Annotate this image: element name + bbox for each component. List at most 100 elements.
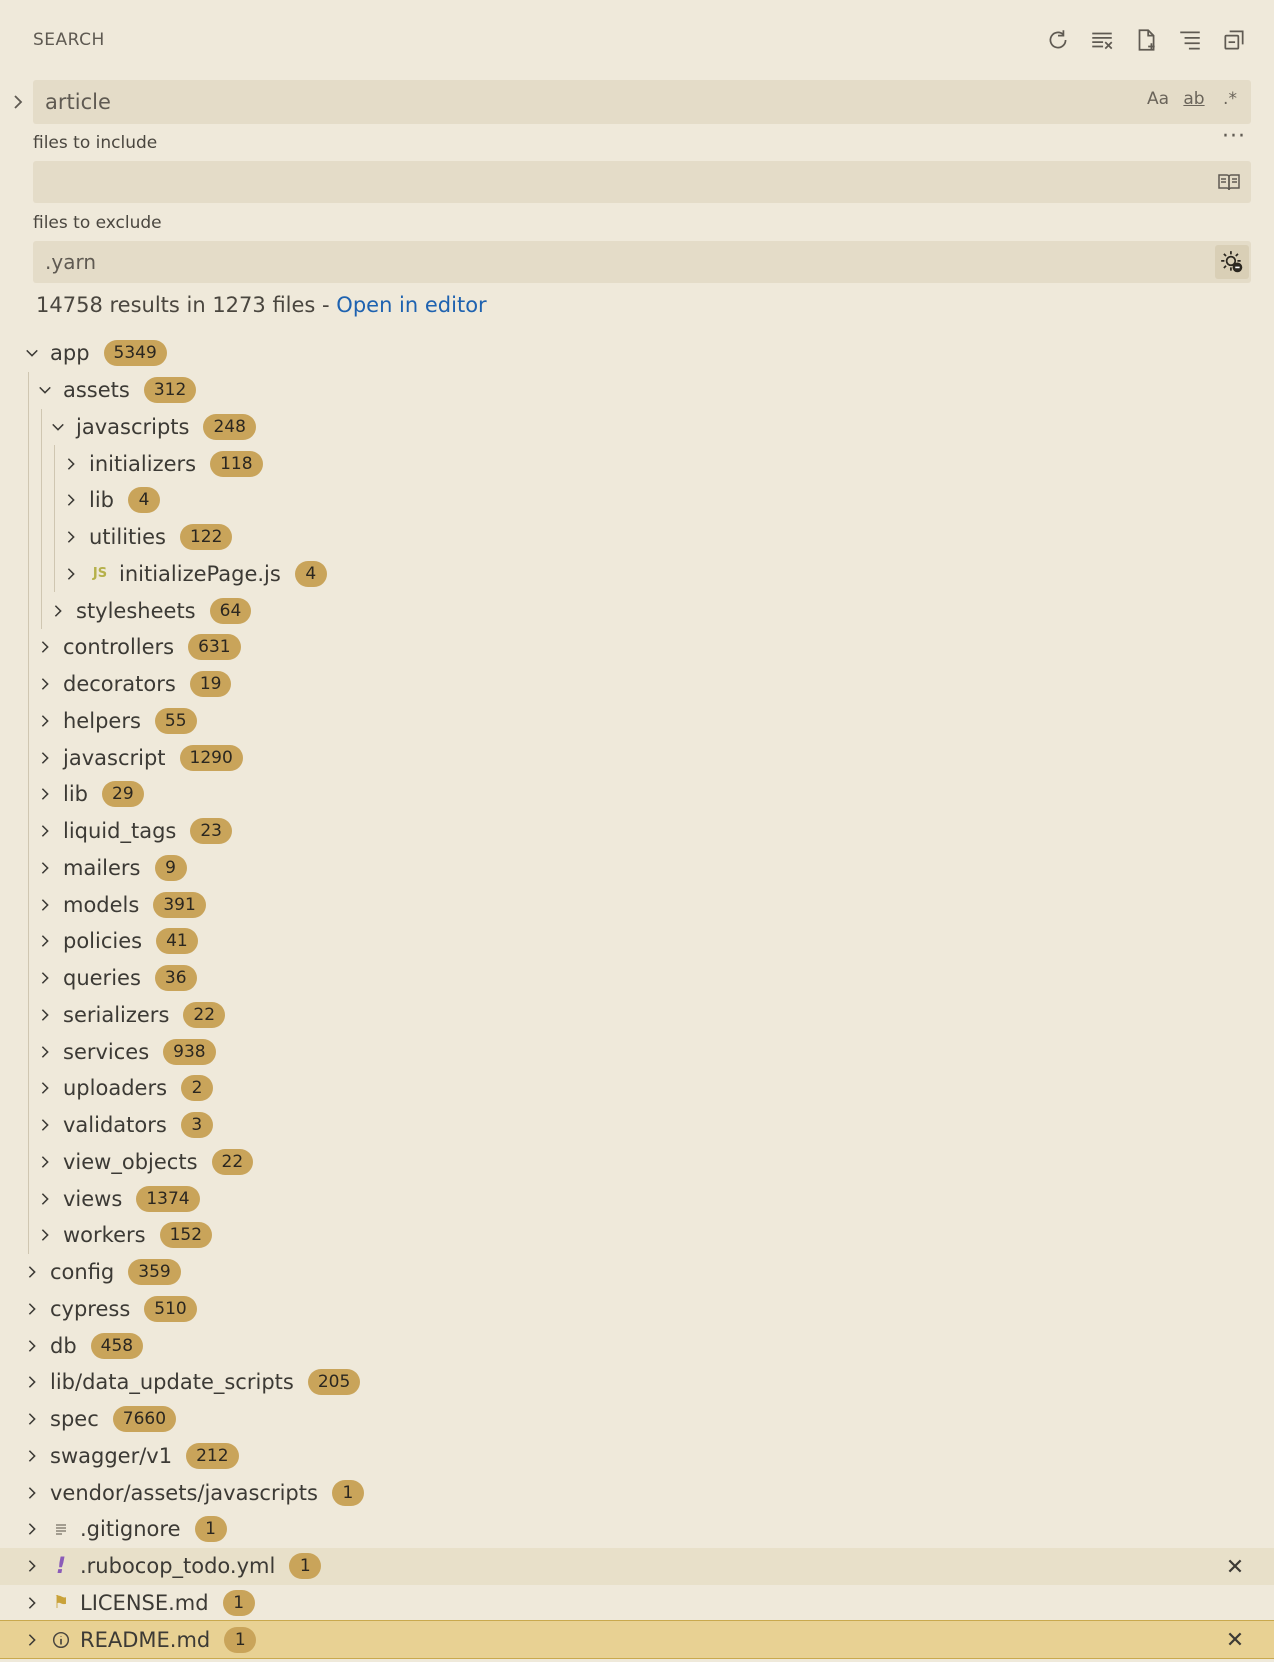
chevron-right-icon[interactable] bbox=[22, 1446, 42, 1466]
tree-row[interactable]: initializers 118 bbox=[0, 445, 1274, 482]
use-regex-icon[interactable]: .* bbox=[1217, 89, 1243, 109]
tree-item-label: javascript bbox=[63, 745, 166, 770]
search-query[interactable]: article bbox=[45, 90, 111, 114]
chevron-down-icon[interactable] bbox=[35, 380, 55, 400]
tree-row[interactable]: README.md 1 bbox=[0, 1620, 1274, 1659]
chevron-right-icon[interactable] bbox=[22, 1372, 42, 1392]
tree-row[interactable]: config 359 bbox=[0, 1254, 1274, 1291]
tree-row[interactable]: .gitignore 1 bbox=[0, 1511, 1274, 1548]
tree-row[interactable]: view_objects 22 bbox=[0, 1143, 1274, 1181]
chevron-right-icon[interactable] bbox=[35, 674, 55, 694]
toggle-search-details-icon[interactable]: ··· bbox=[1222, 124, 1246, 149]
chevron-right-icon[interactable] bbox=[35, 858, 55, 878]
chevron-right-icon[interactable] bbox=[35, 931, 55, 951]
tree-row-content: helpers 55 bbox=[35, 707, 197, 734]
dismiss-result-icon[interactable] bbox=[1226, 1556, 1246, 1576]
chevron-right-icon[interactable] bbox=[35, 1225, 55, 1245]
chevron-right-icon[interactable] bbox=[35, 895, 55, 915]
chevron-right-icon[interactable] bbox=[35, 784, 55, 804]
chevron-right-icon[interactable] bbox=[35, 968, 55, 988]
tree-row[interactable]: ⚑ LICENSE.md 1 bbox=[0, 1585, 1274, 1622]
chevron-right-icon[interactable] bbox=[61, 490, 81, 510]
chevron-right-icon[interactable] bbox=[35, 637, 55, 657]
match-case-icon[interactable]: Aa bbox=[1145, 89, 1171, 109]
dismiss-result-icon[interactable] bbox=[1226, 1629, 1246, 1649]
tree-row[interactable]: javascripts 248 bbox=[0, 408, 1274, 446]
tree-row[interactable]: vendor/assets/javascripts 1 bbox=[0, 1474, 1274, 1511]
tree-row[interactable]: lib 29 bbox=[0, 776, 1274, 813]
use-exclude-settings-icon[interactable] bbox=[1215, 245, 1249, 279]
result-count-badge: 64 bbox=[209, 597, 252, 624]
collapse-all-icon[interactable] bbox=[1218, 24, 1250, 56]
tree-row[interactable]: services 938 bbox=[0, 1033, 1274, 1070]
tree-row[interactable]: app 5349 bbox=[0, 335, 1274, 372]
result-count-badge: 23 bbox=[190, 818, 232, 845]
chevron-right-icon[interactable] bbox=[22, 1336, 42, 1356]
tree-row[interactable]: lib/data_update_scripts 205 bbox=[0, 1364, 1274, 1401]
search-open-editors-icon[interactable] bbox=[1217, 170, 1241, 198]
tree-row[interactable]: assets 312 bbox=[0, 371, 1274, 409]
new-search-editor-icon[interactable] bbox=[1130, 24, 1162, 56]
tree-row[interactable]: decorators 19 bbox=[0, 665, 1274, 703]
tree-row[interactable]: spec 7660 bbox=[0, 1401, 1274, 1438]
chevron-right-icon[interactable] bbox=[35, 821, 55, 841]
chevron-right-icon[interactable] bbox=[35, 1005, 55, 1025]
indent-guide bbox=[28, 1070, 29, 1107]
chevron-right-icon[interactable] bbox=[48, 601, 68, 621]
chevron-down-icon[interactable] bbox=[48, 417, 68, 437]
tree-row[interactable]: lib 4 bbox=[0, 482, 1274, 519]
files-to-include-input[interactable] bbox=[33, 161, 1251, 203]
chevron-right-icon[interactable] bbox=[22, 1630, 42, 1650]
open-in-editor-link[interactable]: Open in editor bbox=[336, 293, 486, 317]
chevron-right-icon[interactable] bbox=[35, 748, 55, 768]
tree-row[interactable]: cypress 510 bbox=[0, 1291, 1274, 1328]
chevron-right-icon[interactable] bbox=[22, 1519, 42, 1539]
tree-row[interactable]: stylesheets 64 bbox=[0, 592, 1274, 629]
view-as-tree-icon[interactable] bbox=[1174, 24, 1206, 56]
chevron-right-icon[interactable] bbox=[22, 1556, 42, 1576]
exclude-value[interactable]: .yarn bbox=[45, 250, 96, 274]
indent-guide bbox=[41, 445, 42, 482]
tree-row[interactable]: validators 3 bbox=[0, 1106, 1274, 1144]
files-to-exclude-input[interactable]: .yarn bbox=[33, 241, 1251, 283]
tree-row[interactable]: utilities 122 bbox=[0, 518, 1274, 556]
chevron-right-icon[interactable] bbox=[61, 527, 81, 547]
match-whole-word-icon[interactable]: ab bbox=[1181, 89, 1207, 109]
tree-row[interactable]: helpers 55 bbox=[0, 702, 1274, 740]
chevron-right-icon[interactable] bbox=[35, 1078, 55, 1098]
chevron-right-icon[interactable] bbox=[35, 1189, 55, 1209]
chevron-right-icon[interactable] bbox=[35, 1042, 55, 1062]
tree-row[interactable]: ! .rubocop_todo.yml 1 bbox=[0, 1547, 1274, 1585]
chevron-right-icon[interactable] bbox=[22, 1593, 42, 1613]
chevron-right-icon[interactable] bbox=[35, 1152, 55, 1172]
chevron-right-icon[interactable] bbox=[22, 1483, 42, 1503]
tree-row[interactable]: swagger/v1 212 bbox=[0, 1438, 1274, 1475]
tree-row[interactable]: models 391 bbox=[0, 886, 1274, 923]
chevron-right-icon[interactable] bbox=[22, 1409, 42, 1429]
tree-row[interactable]: controllers 631 bbox=[0, 629, 1274, 666]
chevron-down-icon[interactable] bbox=[22, 343, 42, 363]
chevron-right-icon[interactable] bbox=[22, 1299, 42, 1319]
tree-row[interactable]: mailers 9 bbox=[0, 849, 1274, 887]
tree-row[interactable]: uploaders 2 bbox=[0, 1070, 1274, 1107]
tree-row[interactable]: liquid_tags 23 bbox=[0, 812, 1274, 850]
clear-results-icon[interactable] bbox=[1086, 24, 1118, 56]
tree-row[interactable]: policies 41 bbox=[0, 923, 1274, 960]
chevron-right-icon[interactable] bbox=[61, 454, 81, 474]
tree-row[interactable]: db 458 bbox=[0, 1327, 1274, 1364]
tree-row[interactable]: javascript 1290 bbox=[0, 739, 1274, 776]
chevron-right-icon[interactable] bbox=[61, 564, 81, 584]
tree-row-content: db 458 bbox=[22, 1332, 144, 1359]
refresh-icon[interactable] bbox=[1042, 24, 1074, 56]
tree-row[interactable]: JS initializePage.js 4 bbox=[0, 555, 1274, 593]
tree-row[interactable]: workers 152 bbox=[0, 1217, 1274, 1254]
search-input[interactable]: article Aa ab .* bbox=[33, 80, 1251, 124]
toggle-replace-chevron-icon[interactable] bbox=[8, 88, 28, 116]
tree-row[interactable]: views 1374 bbox=[0, 1180, 1274, 1217]
chevron-right-icon[interactable] bbox=[35, 1115, 55, 1135]
tree-item-label: README.md bbox=[80, 1627, 211, 1652]
chevron-right-icon[interactable] bbox=[22, 1262, 42, 1282]
tree-row[interactable]: queries 36 bbox=[0, 959, 1274, 997]
tree-row[interactable]: serializers 22 bbox=[0, 996, 1274, 1034]
chevron-right-icon[interactable] bbox=[35, 711, 55, 731]
